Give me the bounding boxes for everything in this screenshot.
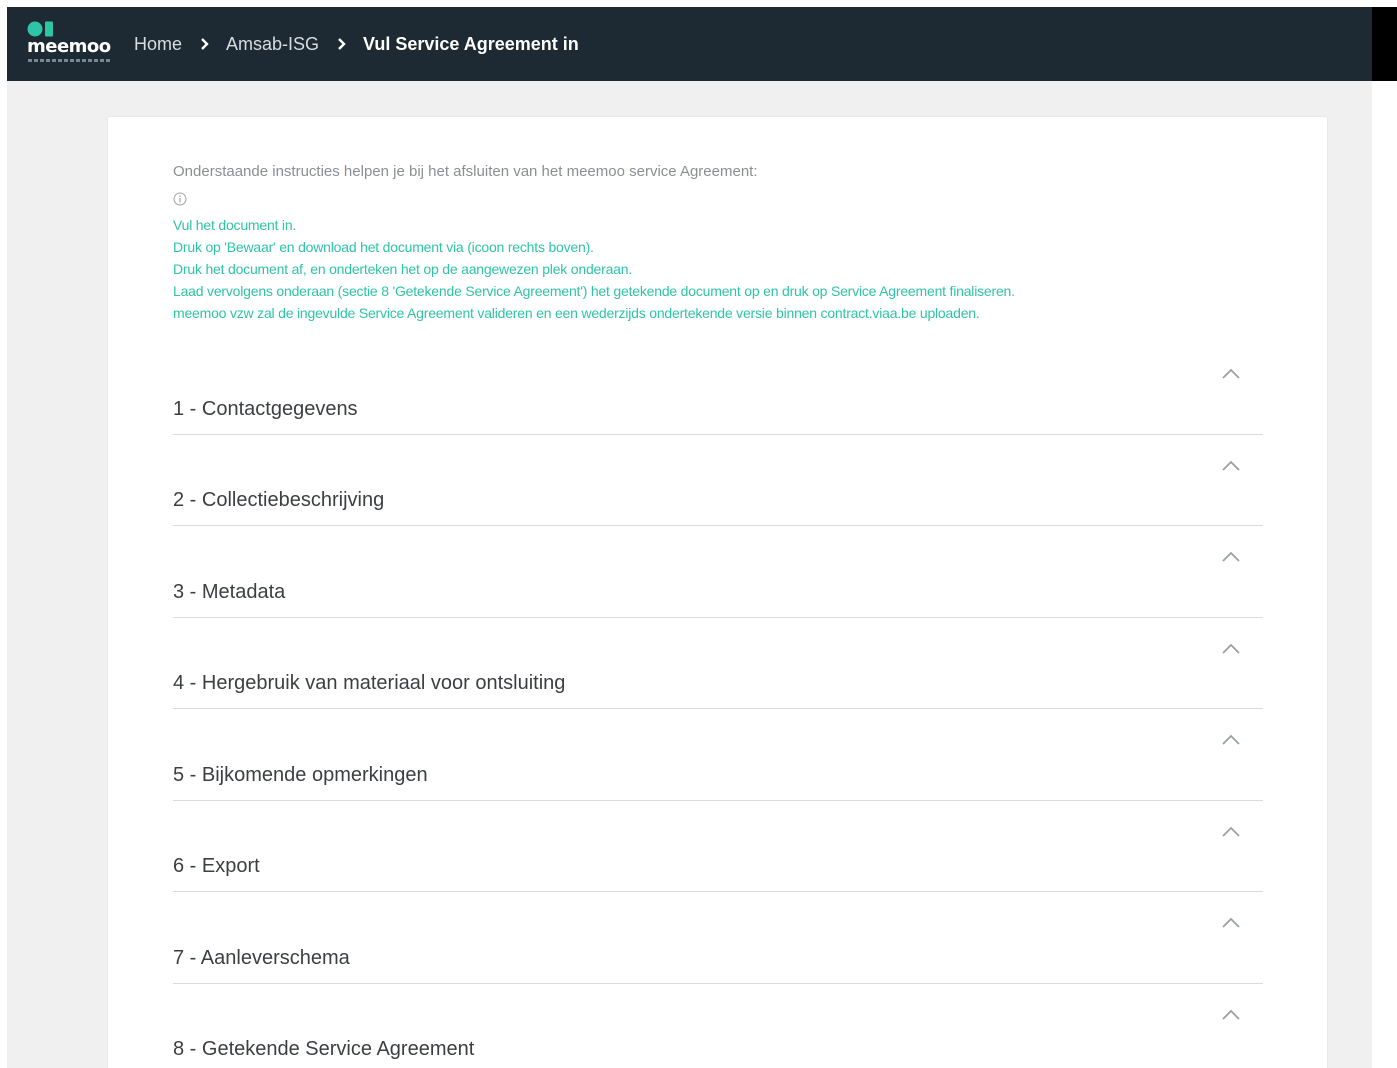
chevron-up-icon[interactable] bbox=[1221, 642, 1241, 656]
chevron-up-icon[interactable] bbox=[1221, 825, 1241, 839]
instructions-intro: Onderstaande instructies helpen je bij h… bbox=[173, 163, 758, 180]
chevron-up-icon[interactable] bbox=[1221, 733, 1241, 747]
instruction-item: Laad vervolgens onderaan (sectie 8 'Gete… bbox=[173, 283, 1015, 299]
instruction-item: Druk op 'Bewaar' en download het documen… bbox=[173, 239, 594, 255]
section-title: 6 - Export bbox=[173, 855, 260, 877]
instruction-item: Druk het document af, en onderteken het … bbox=[173, 261, 633, 277]
chevron-up-icon[interactable] bbox=[1221, 916, 1241, 930]
section-hergebruik[interactable]: 4 - Hergebruik van materiaal voor ontslu… bbox=[173, 618, 1263, 709]
accordion-sections: 1 - Contactgegevens 2 - Collectiebeschri… bbox=[173, 343, 1263, 1068]
breadcrumb-current-page: Vul Service Agreement in bbox=[363, 33, 579, 54]
section-export[interactable]: 6 - Export bbox=[173, 801, 1263, 892]
service-agreement-card: Onderstaande instructies helpen je bij h… bbox=[108, 117, 1327, 1068]
instruction-item: Vul het document in. bbox=[173, 217, 297, 233]
chevron-right-icon bbox=[198, 37, 212, 51]
window-edge bbox=[1372, 7, 1397, 81]
section-aanleverschema[interactable]: 7 - Aanleverschema bbox=[173, 892, 1263, 984]
logo-tagline bbox=[28, 59, 110, 62]
section-metadata[interactable]: 3 - Metadata bbox=[173, 526, 1263, 618]
meemoo-logo[interactable]: meemoo bbox=[27, 20, 117, 66]
breadcrumb-home[interactable]: Home bbox=[134, 34, 182, 55]
chevron-up-icon[interactable] bbox=[1221, 550, 1241, 564]
chevron-up-icon[interactable] bbox=[1221, 459, 1241, 473]
instruction-item: meemoo vzw zal de ingevulde Service Agre… bbox=[173, 305, 980, 321]
section-title: 8 - Getekende Service Agreement bbox=[173, 1038, 475, 1060]
section-title: 3 - Metadata bbox=[173, 580, 286, 603]
breadcrumb-organisation[interactable]: Amsab-ISG bbox=[226, 34, 319, 55]
section-bijkomende-opmerkingen[interactable]: 5 - Bijkomende opmerkingen bbox=[173, 709, 1263, 801]
instructions-list: Vul het document in. Druk op 'Bewaar' en… bbox=[173, 214, 1015, 324]
app-window: meemoo Home Amsab-ISG Vul Service Agreem… bbox=[7, 7, 1372, 1068]
section-collectiebeschrijving[interactable]: 2 - Collectiebeschrijving bbox=[173, 435, 1263, 526]
section-contactgegevens[interactable]: 1 - Contactgegevens bbox=[173, 343, 1263, 435]
chevron-right-icon bbox=[335, 37, 349, 51]
section-getekende-service-agreement[interactable]: 8 - Getekende Service Agreement bbox=[173, 984, 1263, 1068]
top-navigation-bar: meemoo Home Amsab-ISG Vul Service Agreem… bbox=[7, 7, 1372, 81]
section-title: 1 - Contactgegevens bbox=[173, 397, 358, 420]
breadcrumb: Home Amsab-ISG Vul Service Agreement in bbox=[134, 7, 579, 81]
chevron-up-icon[interactable] bbox=[1221, 367, 1241, 381]
section-title: 5 - Bijkomende opmerkingen bbox=[173, 763, 428, 786]
section-title: 4 - Hergebruik van materiaal voor ontslu… bbox=[173, 672, 566, 694]
chevron-up-icon[interactable] bbox=[1221, 1008, 1241, 1022]
section-title: 7 - Aanleverschema bbox=[173, 946, 350, 969]
info-circle-icon bbox=[173, 192, 187, 206]
section-title: 2 - Collectiebeschrijving bbox=[173, 489, 385, 511]
logo-wordmark: meemoo bbox=[27, 36, 111, 57]
